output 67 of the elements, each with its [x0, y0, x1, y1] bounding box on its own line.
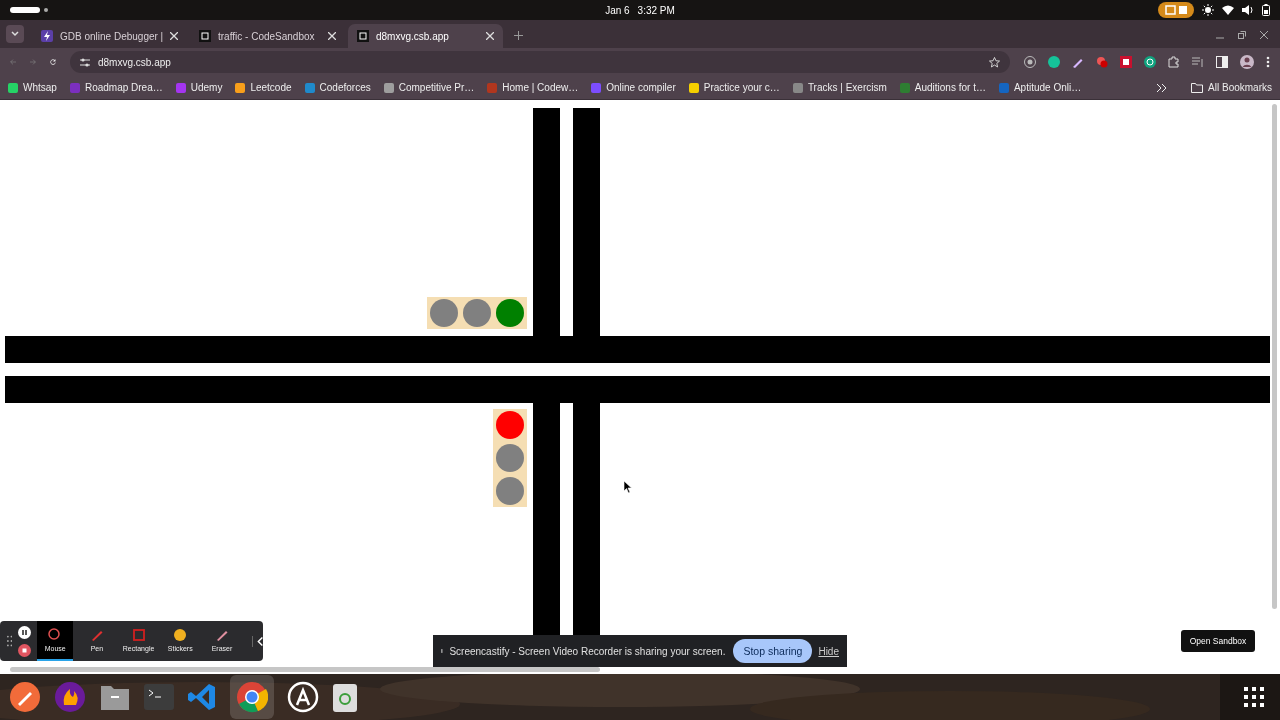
chevrons-icon[interactable] [1157, 83, 1167, 92]
extension-icon[interactable] [1120, 56, 1132, 68]
bookmark-star-icon[interactable] [989, 56, 1000, 68]
open-sandbox-button[interactable]: Open Sandbox [1181, 630, 1255, 652]
hide-link[interactable]: Hide [818, 645, 839, 657]
date-text[interactable]: Jan 6 [605, 4, 630, 16]
time-text[interactable]: 3:32 PM [637, 4, 675, 16]
trash-icon[interactable] [332, 682, 358, 712]
share-message: Screencastify - Screen Video Recorder is sharing your screen. [449, 645, 726, 657]
folder-icon [1191, 82, 1204, 93]
square-icon [131, 628, 146, 642]
extension-icon[interactable] [1048, 56, 1060, 68]
code-editor-app-icon[interactable] [187, 682, 217, 712]
bookmark-item[interactable]: Online compiler [591, 82, 676, 93]
browser-app-icon[interactable] [236, 681, 268, 713]
pause-icon [441, 647, 444, 655]
bookmark-item[interactable]: Tracks | Exercism [792, 82, 887, 93]
pause-icon[interactable] [18, 625, 32, 639]
address-bar[interactable]: d8mxvg.csb.app [70, 51, 1010, 73]
bookmark-item[interactable]: Codeforces [304, 82, 371, 93]
extension-icon[interactable] [1144, 56, 1156, 68]
bookmark-folder[interactable]: All Bookmarks [1191, 82, 1272, 93]
terminal-app-icon[interactable] [144, 684, 174, 710]
close-icon[interactable] [1260, 31, 1268, 39]
stop-icon[interactable] [18, 643, 32, 657]
bookmark-item[interactable]: Aptitude Onli… [998, 82, 1082, 93]
side-panel-icon[interactable] [1216, 56, 1228, 68]
bookmark-item[interactable]: Competitive Pr… [383, 82, 475, 93]
square-logo-icon [199, 30, 211, 42]
scrollbar[interactable] [1272, 104, 1277, 609]
activities-icon[interactable] [10, 6, 50, 14]
bookmark-item[interactable]: Roadmap Drea… [69, 82, 163, 93]
menu-icon[interactable] [1266, 56, 1270, 68]
pen-app-icon[interactable] [9, 681, 41, 713]
browser-tab[interactable]: GDB online Debugger | [32, 24, 187, 48]
puzzle-icon[interactable] [1168, 56, 1180, 68]
stop-sharing-button[interactable]: Stop sharing [733, 639, 813, 663]
reading-list-icon[interactable] [1192, 56, 1204, 68]
bookmark-item[interactable]: Leetcode [235, 82, 292, 93]
collapse-icon[interactable] [251, 635, 264, 647]
pen-icon[interactable] [1072, 56, 1084, 68]
reload-icon[interactable] [50, 57, 56, 67]
restore-icon[interactable] [1238, 31, 1246, 39]
battery-icon[interactable] [1262, 4, 1270, 16]
new-tab-icon[interactable] [514, 31, 523, 40]
browser-tab[interactable]: d8mxvg.csb.app [348, 24, 503, 48]
square-logo-icon [357, 30, 369, 42]
app-store-icon[interactable] [287, 681, 319, 713]
tab-search-icon[interactable] [6, 25, 24, 43]
bookmark-item[interactable]: Udemy [175, 82, 223, 93]
avatar-icon[interactable] [1240, 55, 1254, 69]
drag-handle-icon[interactable] [7, 635, 13, 647]
browser-tab[interactable]: traffic - CodeSandbox [190, 24, 345, 48]
wifi-icon[interactable] [1222, 5, 1234, 15]
app-grid-icon[interactable] [1244, 687, 1264, 707]
site-settings-icon[interactable] [80, 57, 90, 67]
bookmark-item[interactable]: Auditions for t… [899, 82, 986, 93]
flame-app-icon[interactable] [54, 681, 86, 713]
bookmark-item[interactable]: Practice your c… [688, 82, 780, 93]
bookmark-item[interactable]: Whtsap [8, 82, 57, 93]
volume-icon[interactable] [1242, 5, 1254, 15]
scrollbar[interactable] [10, 667, 600, 672]
extension-icon[interactable] [1024, 56, 1036, 68]
bookmark-item[interactable]: Home | Codew… [487, 82, 579, 93]
screen-record-icon[interactable] [1158, 2, 1194, 18]
lightning-icon [41, 30, 53, 42]
brightness-icon[interactable] [1202, 4, 1214, 16]
